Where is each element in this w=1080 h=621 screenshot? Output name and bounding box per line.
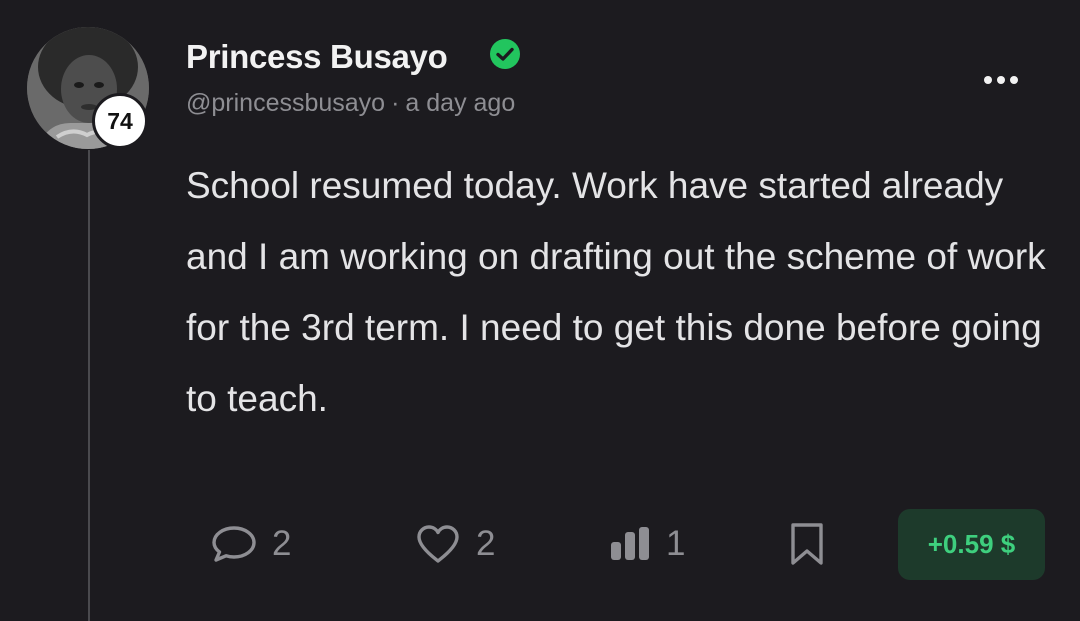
meta-separator: · [391, 89, 400, 117]
earnings-button[interactable]: +0.59 $ [898, 509, 1045, 580]
views-button[interactable]: 1 [608, 508, 685, 580]
bookmark-button[interactable] [788, 508, 826, 580]
more-dot [997, 76, 1005, 84]
like-count: 2 [476, 524, 496, 563]
comment-count: 2 [272, 524, 292, 563]
bookmark-icon [791, 523, 823, 565]
post-timestamp[interactable]: a day ago [405, 89, 515, 117]
author-handle[interactable]: @princessbusayo [186, 89, 385, 117]
more-options-button[interactable] [978, 66, 1024, 94]
reputation-badge: 74 [92, 93, 148, 149]
heart-icon [417, 525, 459, 563]
author-name[interactable]: Princess Busayo [186, 38, 448, 76]
post-meta: @princessbusayo · a day ago [186, 89, 515, 118]
views-count: 1 [666, 524, 686, 563]
verified-icon [490, 39, 520, 69]
more-dot [1010, 76, 1018, 84]
post-card: 74 Princess Busayo @princessbusayo · a day… [0, 0, 1080, 621]
views-bar-chart-icon [611, 527, 649, 560]
more-dot [984, 76, 992, 84]
like-button[interactable]: 2 [414, 508, 495, 580]
post-body: School resumed today. Work have started … [186, 165, 1046, 419]
comment-button[interactable]: 2 [210, 508, 291, 580]
comment-icon [212, 526, 256, 562]
